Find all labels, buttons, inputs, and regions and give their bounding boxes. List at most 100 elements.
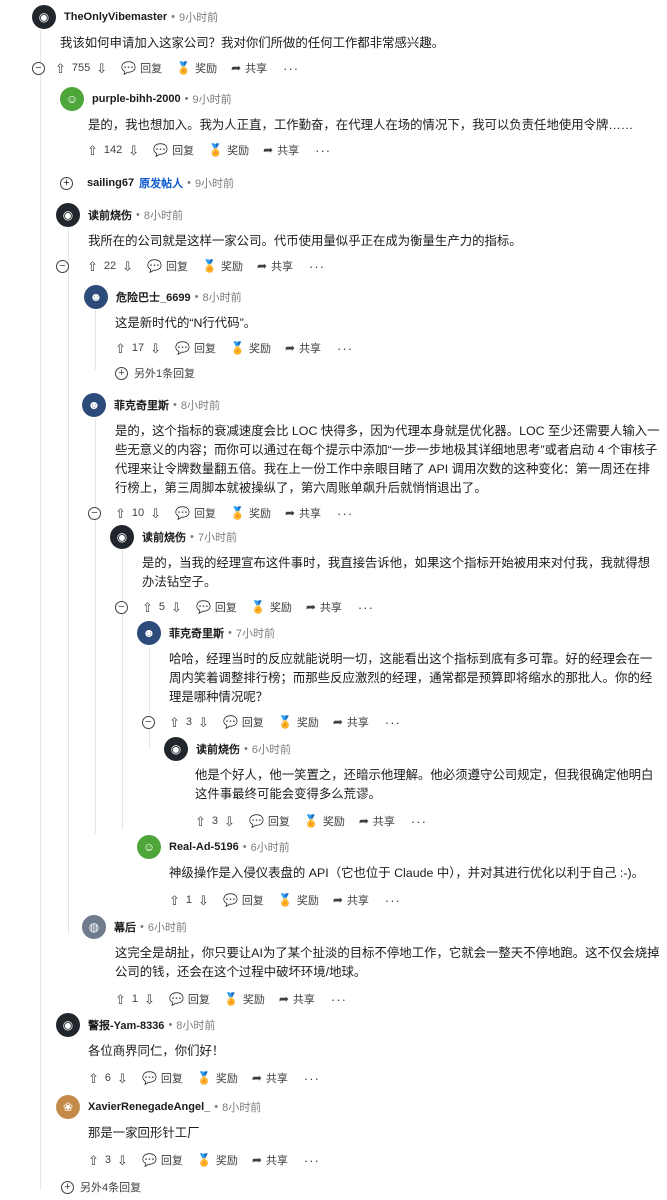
more-options-button[interactable]: ··· <box>304 1071 320 1086</box>
reply-button[interactable]: 💬 回复 <box>169 991 210 1007</box>
award-button[interactable]: 🏅 奖励 <box>197 1070 238 1086</box>
reply-button[interactable]: 💬 回复 <box>249 813 290 829</box>
avatar[interactable]: ◉ <box>56 1013 80 1037</box>
award-button[interactable]: 🏅 奖励 <box>208 142 249 158</box>
username[interactable]: sailing67 <box>87 177 134 189</box>
more-replies-link[interactable]: + 另外1条回复 <box>115 363 660 383</box>
share-button[interactable]: ➦ 共享 <box>285 505 321 521</box>
username[interactable]: purple-bihh-2000 <box>92 93 181 105</box>
downvote-icon[interactable]: ⇩ <box>117 1154 128 1167</box>
downvote-icon[interactable]: ⇩ <box>144 993 155 1006</box>
award-button[interactable]: 🏅 奖励 <box>230 340 271 356</box>
downvote-icon[interactable]: ⇩ <box>198 894 209 907</box>
username[interactable]: Real-Ad-5196 <box>169 841 239 853</box>
upvote-icon[interactable]: ⇧ <box>195 815 206 828</box>
upvote-icon[interactable]: ⇧ <box>169 894 180 907</box>
share-button[interactable]: ➦ 共享 <box>263 142 299 158</box>
award-button[interactable]: 🏅 奖励 <box>304 813 345 829</box>
avatar[interactable]: ◉ <box>110 525 134 549</box>
username[interactable]: 菲克奇里斯 <box>169 625 224 641</box>
more-options-button[interactable]: ··· <box>283 61 299 76</box>
avatar[interactable]: ☺ <box>60 87 84 111</box>
avatar[interactable]: ◍ <box>82 915 106 939</box>
collapse-toggle[interactable]: − <box>56 259 69 273</box>
share-button[interactable]: ➦ 共享 <box>257 258 293 274</box>
more-options-button[interactable]: ··· <box>385 715 401 730</box>
downvote-icon[interactable]: ⇩ <box>171 601 182 614</box>
username[interactable]: 危险巴士_6699 <box>116 289 191 305</box>
upvote-icon[interactable]: ⇧ <box>115 507 126 520</box>
more-options-button[interactable]: ··· <box>315 143 331 158</box>
username[interactable]: TheOnlyVibemaster <box>64 11 167 23</box>
avatar[interactable]: ☺ <box>137 835 161 859</box>
share-button[interactable]: ➦ 共享 <box>333 714 369 730</box>
collapse-toggle[interactable]: − <box>142 715 155 729</box>
more-options-button[interactable]: ··· <box>304 1153 320 1168</box>
username[interactable]: 读前烧伤 <box>196 741 240 757</box>
collapse-toggle[interactable]: − <box>115 600 128 614</box>
collapse-toggle[interactable]: − <box>32 61 45 75</box>
upvote-icon[interactable]: ⇧ <box>55 62 66 75</box>
downvote-icon[interactable]: ⇩ <box>150 342 161 355</box>
reply-button[interactable]: 💬 回复 <box>175 340 216 356</box>
username[interactable]: 读前烧伤 <box>88 207 132 223</box>
downvote-icon[interactable]: ⇩ <box>224 815 235 828</box>
username[interactable]: 警报-Yam-8336 <box>88 1017 164 1033</box>
upvote-icon[interactable]: ⇧ <box>115 993 126 1006</box>
downvote-icon[interactable]: ⇩ <box>198 716 209 729</box>
reply-button[interactable]: 💬 回复 <box>142 1070 183 1086</box>
upvote-icon[interactable]: ⇧ <box>115 342 126 355</box>
upvote-icon[interactable]: ⇧ <box>142 601 153 614</box>
award-button[interactable]: 🏅 奖励 <box>230 505 271 521</box>
award-button[interactable]: 🏅 奖励 <box>251 599 292 615</box>
reply-button[interactable]: 💬 回复 <box>147 258 188 274</box>
avatar[interactable]: ◉ <box>32 5 56 29</box>
username[interactable]: 菲克奇里斯 <box>114 397 169 413</box>
share-button[interactable]: ➦ 共享 <box>333 892 369 908</box>
share-button[interactable]: ➦ 共享 <box>359 813 395 829</box>
more-options-button[interactable]: ··· <box>385 893 401 908</box>
more-options-button[interactable]: ··· <box>358 600 374 615</box>
downvote-icon[interactable]: ⇩ <box>96 62 107 75</box>
award-button[interactable]: 🏅 奖励 <box>224 991 265 1007</box>
award-button[interactable]: 🏅 奖励 <box>176 60 217 76</box>
share-button[interactable]: ➦ 共享 <box>306 599 342 615</box>
downvote-icon[interactable]: ⇩ <box>150 507 161 520</box>
expand-toggle[interactable]: + <box>60 176 73 190</box>
upvote-icon[interactable]: ⇧ <box>169 716 180 729</box>
more-options-button[interactable]: ··· <box>337 506 353 521</box>
upvote-icon[interactable]: ⇧ <box>88 1154 99 1167</box>
downvote-icon[interactable]: ⇩ <box>122 260 133 273</box>
reply-button[interactable]: 💬 回复 <box>196 599 237 615</box>
avatar[interactable]: ☻ <box>137 621 161 645</box>
more-replies-link[interactable]: + 另外4条回复 <box>61 1177 141 1197</box>
avatar[interactable]: ◉ <box>164 737 188 761</box>
username[interactable]: 读前烧伤 <box>142 529 186 545</box>
share-button[interactable]: ➦ 共享 <box>231 60 267 76</box>
collapse-toggle[interactable]: − <box>88 506 101 520</box>
avatar[interactable]: ☻ <box>84 285 108 309</box>
upvote-icon[interactable]: ⇧ <box>88 1072 99 1085</box>
reply-button[interactable]: 💬 回复 <box>121 60 162 76</box>
more-options-button[interactable]: ··· <box>337 341 353 356</box>
share-button[interactable]: ➦ 共享 <box>279 991 315 1007</box>
reply-button[interactable]: 💬 回复 <box>142 1152 183 1168</box>
more-options-button[interactable]: ··· <box>309 259 325 274</box>
downvote-icon[interactable]: ⇩ <box>128 144 139 157</box>
award-button[interactable]: 🏅 奖励 <box>278 714 319 730</box>
award-button[interactable]: 🏅 奖励 <box>278 892 319 908</box>
username[interactable]: XavierRenegadeAngel_ <box>88 1101 210 1113</box>
upvote-icon[interactable]: ⇧ <box>87 144 98 157</box>
share-button[interactable]: ➦ 共享 <box>252 1070 288 1086</box>
upvote-icon[interactable]: ⇧ <box>87 260 98 273</box>
expand-toggle[interactable]: + <box>115 366 128 380</box>
avatar[interactable]: ☻ <box>82 393 106 417</box>
share-button[interactable]: ➦ 共享 <box>252 1152 288 1168</box>
reply-button[interactable]: 💬 回复 <box>223 892 264 908</box>
reply-button[interactable]: 💬 回复 <box>153 142 194 158</box>
avatar[interactable]: ❀ <box>56 1095 80 1119</box>
downvote-icon[interactable]: ⇩ <box>117 1072 128 1085</box>
more-options-button[interactable]: ··· <box>331 992 347 1007</box>
reply-button[interactable]: 💬 回复 <box>223 714 264 730</box>
more-options-button[interactable]: ··· <box>411 814 427 829</box>
